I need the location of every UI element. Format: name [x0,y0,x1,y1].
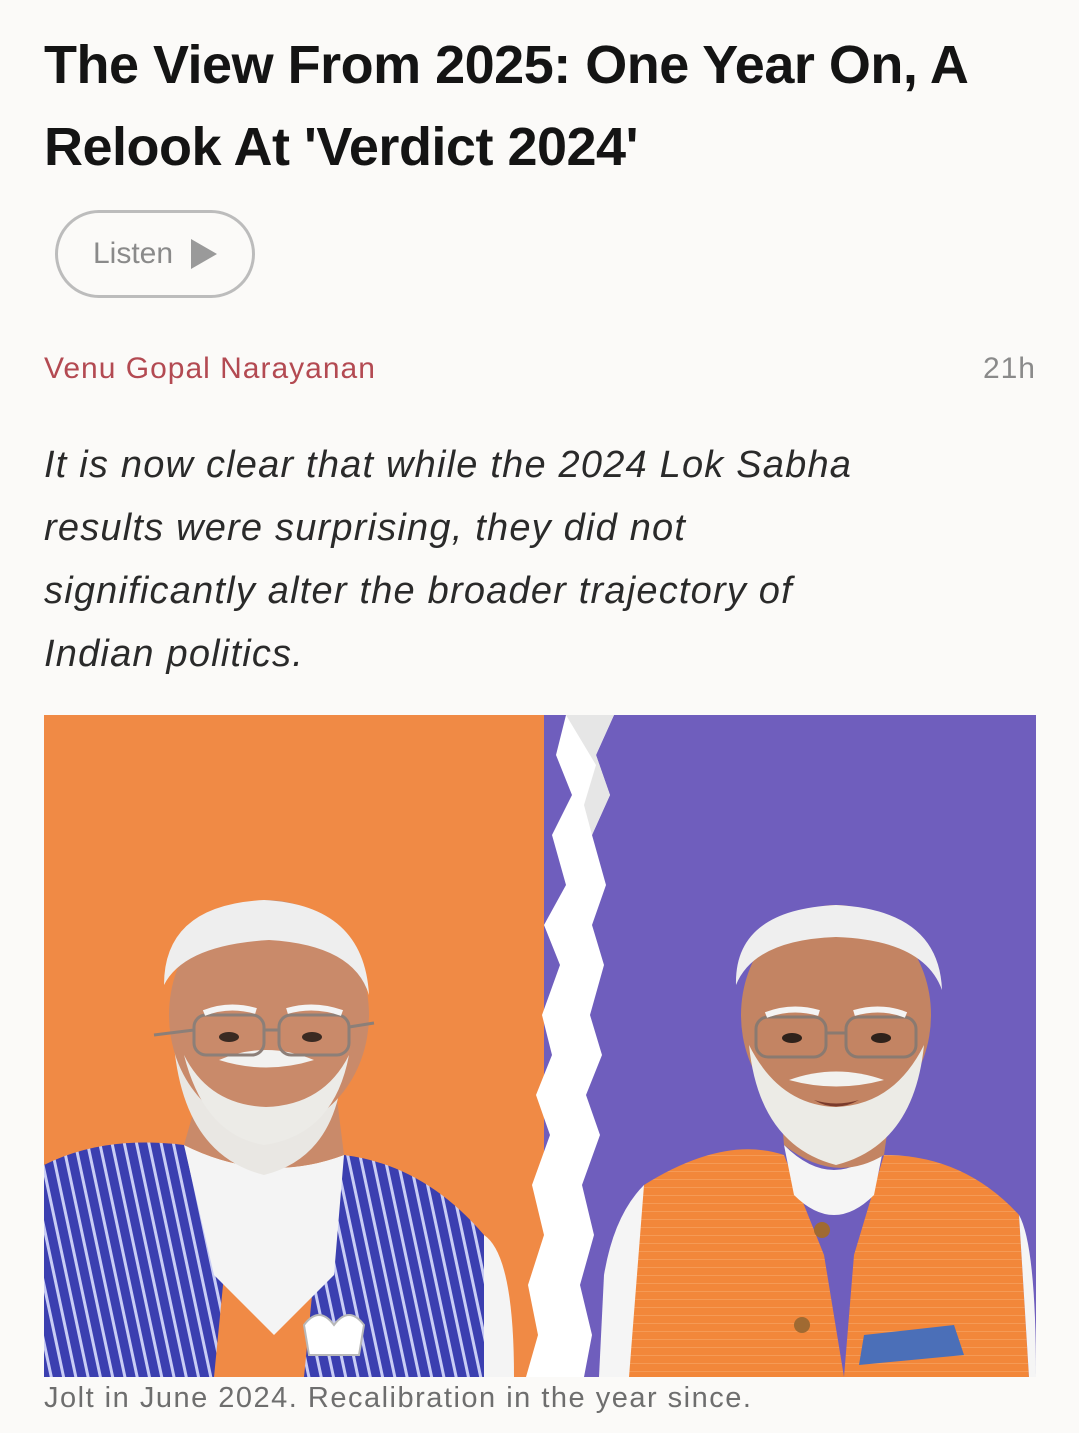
title-line-1: The View From 2025: One Year On, A [44,35,969,95]
play-icon [191,239,218,269]
timestamp: 21h [982,352,1036,385]
article-title: The View From 2025: One Year On, A Reloo… [44,24,1044,188]
standfirst-line: It is now clear that while the 2024 Lok … [44,444,853,486]
image-caption: Jolt in June 2024. Recalibration in the … [44,1382,753,1414]
standfirst-line: results were surprising, they did not [44,507,687,549]
standfirst-line: Indian politics. [44,633,305,675]
byline: Venu Gopal Narayanan 21h [44,352,1036,386]
title-line-2: Relook At 'Verdict 2024' [44,117,638,177]
hero-illustration [44,715,1036,1377]
author-link[interactable]: Venu Gopal Narayanan [44,352,376,386]
listen-button[interactable]: Listen [55,210,255,298]
standfirst-line: significantly alter the broader trajecto… [44,570,793,612]
listen-label: Listen [92,237,174,270]
standfirst: It is now clear that while the 2024 Lok … [44,434,1024,686]
hero-image[interactable] [44,715,1036,1377]
